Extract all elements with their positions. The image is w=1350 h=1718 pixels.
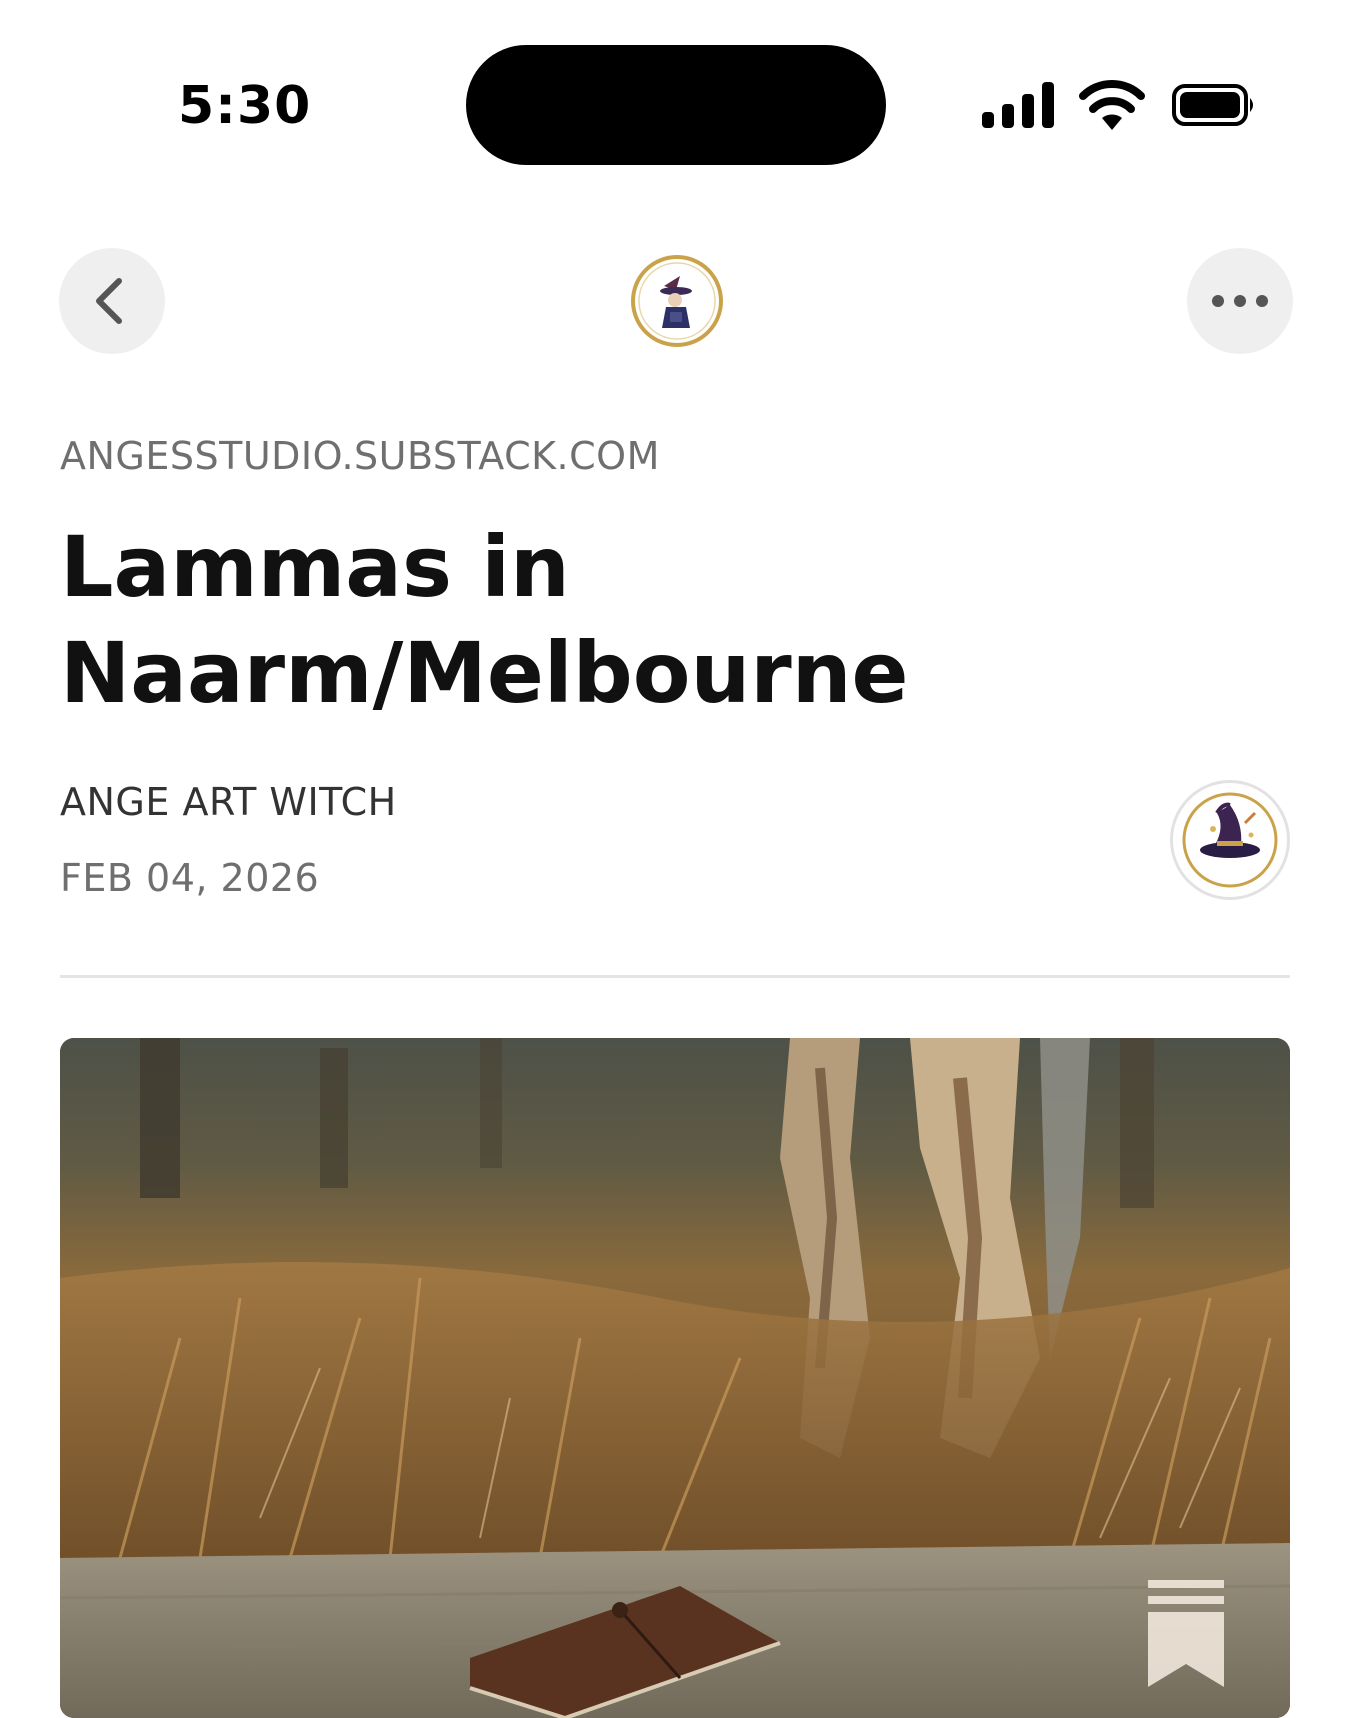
author-avatar[interactable] [1170, 780, 1290, 900]
chevron-left-icon [96, 278, 122, 324]
bookmark-icon[interactable] [1148, 1580, 1224, 1687]
dynamic-island [466, 45, 886, 165]
witch-hat-icon [1182, 792, 1278, 888]
cellular-signal-icon [982, 82, 1054, 128]
ellipsis-icon [1212, 295, 1268, 307]
post-date: FEB 04, 2026 [60, 856, 320, 900]
hero-image[interactable] [60, 1038, 1290, 1718]
post-title: Lammas in Naarm/Melbourne [60, 518, 909, 722]
battery-icon [1172, 84, 1253, 126]
publication-logo[interactable] [628, 252, 726, 350]
more-options-button[interactable] [1187, 248, 1293, 354]
publication-domain[interactable]: ANGESSTUDIO.SUBSTACK.COM [60, 434, 660, 478]
header-divider [60, 975, 1290, 978]
back-button[interactable] [59, 248, 165, 354]
author-name[interactable]: ANGE ART WITCH [60, 780, 397, 824]
wifi-icon [1079, 80, 1145, 130]
hero-photo [60, 1038, 1290, 1718]
status-time: 5:30 [178, 76, 312, 136]
